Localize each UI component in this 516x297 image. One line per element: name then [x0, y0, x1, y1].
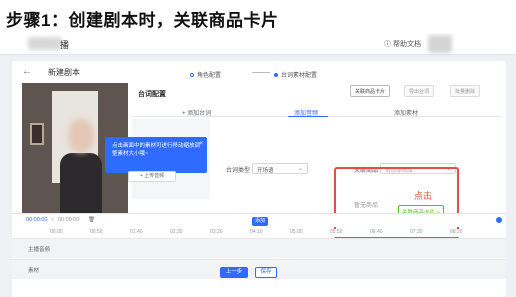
ruler-tick: 00:00 [50, 229, 63, 235]
step-role-config[interactable]: 角色配置 [190, 70, 221, 79]
help-docs-link[interactable]: ⓘ 帮助文档 [384, 39, 421, 49]
help-icon: ⓘ [384, 41, 393, 48]
blurred-logo [28, 37, 62, 50]
trash-icon[interactable]: 🗑 [88, 217, 95, 223]
upload-audio-button[interactable]: + 上传音频 [128, 171, 176, 182]
ruler-tick: 02:30 [170, 229, 183, 235]
ruler-tick: 05:50 [330, 229, 343, 235]
timeline-controls: 00:00:00 / 00:00:00 🗑 添加 [12, 213, 506, 227]
app-title: 播 [60, 40, 70, 50]
panel-title: 台词配置 [138, 91, 166, 98]
timeline-add-button[interactable]: 添加 [252, 217, 268, 226]
line-type-select[interactable]: 开场语 ⌄ [252, 163, 308, 174]
video-presenter-body [60, 153, 102, 213]
ruler-tick: 08:20 [450, 229, 463, 235]
line-type-label: 台词类型 [226, 168, 251, 174]
batch-delete-button[interactable]: 批量删除 [450, 85, 481, 97]
time-total: 00:00:00 [58, 217, 80, 223]
active-tab-underline [288, 116, 328, 117]
save-button[interactable]: 保存 [255, 267, 277, 278]
export-lines-button[interactable]: 导出台词 [404, 85, 435, 97]
tooltip-text: 点击画面中的素材可进行移动缩放调整素材大小哦~ [112, 143, 201, 157]
ruler-tick: 04:10 [250, 229, 263, 235]
step-label: 角色配置 [197, 73, 222, 79]
step-title: 步骤1：创建剧本时，关联商品卡片 [6, 11, 279, 30]
chevron-down-icon: ⌄ [297, 166, 303, 172]
step-line-material-config[interactable]: 台词素材配置 [274, 70, 317, 79]
back-arrow-icon[interactable]: ← [22, 66, 32, 77]
tab-add-line[interactable]: + 添加台词 [182, 108, 211, 117]
avatar[interactable] [428, 35, 452, 53]
ruler-tick: 03:20 [210, 229, 223, 235]
step-connector [252, 72, 270, 73]
tab-add-material[interactable]: 添加素材 [394, 108, 418, 117]
close-icon[interactable]: × [199, 140, 203, 148]
track-anchor-audio[interactable]: 主播音频 [12, 238, 506, 258]
line-type-value: 开场语 [257, 168, 274, 174]
step-dot-active-icon [274, 73, 278, 78]
track-label: 素材 [28, 268, 40, 274]
ruler-tick: 05:00 [290, 229, 303, 235]
click-annotation: 点击 [414, 191, 433, 201]
page-title: 新建剧本 [48, 68, 80, 77]
time-separator: / [52, 217, 54, 223]
step-label: 台词素材配置 [281, 73, 318, 79]
ruler-tick: 00:50 [90, 229, 103, 235]
video-wall-frame [30, 123, 44, 145]
link-goods-card-button[interactable]: 关联商品卡片 [350, 85, 391, 97]
step-dot-icon [190, 73, 194, 78]
move-material-tooltip: 点击画面中的素材可进行移动缩放调整素材大小哦~ × [105, 137, 207, 173]
top-bar: 播 ⓘ 帮助文档 [0, 33, 516, 55]
ruler-tick: 01:40 [130, 229, 143, 235]
app-screen: 播 ⓘ 帮助文档 ← 新建剧本 角色配置 台词素材配置 台词配置 关联商品卡片 … [0, 33, 516, 297]
ruler-tick: 06:40 [370, 229, 383, 235]
previous-step-button[interactable]: 上一步 [220, 267, 248, 278]
track-label: 主播音频 [28, 247, 51, 253]
gear-icon[interactable] [496, 217, 502, 223]
ruler-tick: 07:30 [410, 229, 423, 235]
help-label: 帮助文档 [392, 41, 421, 48]
time-current: 00:00:00 [26, 217, 48, 223]
video-presenter-face [68, 119, 94, 153]
time-ruler: 00:00 00:50 01:40 02:30 03:20 04:10 05:0… [12, 229, 506, 237]
